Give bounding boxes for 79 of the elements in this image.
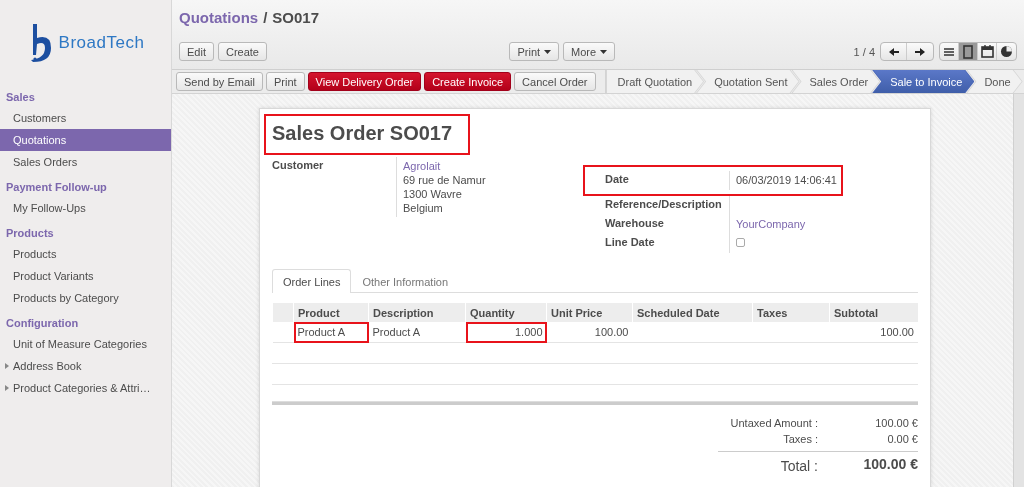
customer-link[interactable]: Agrolait [403, 160, 441, 172]
table-cell: 100.00 [829, 322, 918, 343]
breadcrumb-current: SO017 [272, 9, 320, 28]
view-switch-button[interactable] [978, 43, 997, 60]
action-button[interactable]: Send by Email [176, 72, 263, 91]
tab[interactable]: Order Lines [272, 269, 352, 293]
calendar-icon [980, 45, 994, 58]
table-cell: Product A [368, 322, 466, 343]
total-value: 100.00 € [862, 456, 918, 474]
field-label: Customer [272, 158, 325, 173]
sidebar-item[interactable]: Customers [0, 107, 171, 129]
action-button[interactable]: Cancel Order [514, 72, 596, 91]
status-stage[interactable]: Draft Quotation [605, 70, 705, 93]
form-icon [962, 44, 974, 59]
sidebar-item[interactable]: Unit of Measure Categories [0, 333, 171, 355]
sidebar-item[interactable]: Product Categories & Attri… [0, 377, 171, 399]
toolbar-button[interactable]: Edit [179, 42, 214, 61]
address-line: Belgium [403, 202, 443, 214]
form-title: Sales Order SO017 [266, 116, 469, 153]
breadcrumb-link[interactable]: Quotations [179, 9, 259, 33]
column-header: Subtotal [829, 303, 918, 322]
column-header: Unit Price [546, 303, 633, 322]
pie-chart-icon [1000, 45, 1013, 58]
address-line: 69 rue de Namur [403, 174, 486, 186]
total-value: 100.00 € [874, 417, 918, 429]
status-stage[interactable]: Sales Order [791, 70, 881, 93]
table-cell: 1.000 [465, 322, 547, 343]
menu-section-title: Payment Follow-up [5, 180, 108, 195]
sidebar-item[interactable]: Products [0, 243, 171, 265]
address-line: 1300 Wavre [403, 188, 462, 200]
sidebar-item[interactable]: Address Book [0, 355, 171, 377]
toolbar-button[interactable]: Create [217, 42, 267, 61]
action-button[interactable]: Print [265, 72, 305, 91]
caret-icon [600, 49, 608, 54]
arrow-right-icon [914, 46, 926, 57]
field-label: Warehouse [605, 216, 665, 231]
sidebar-item[interactable]: Products by Category [0, 287, 171, 309]
caret-icon [544, 49, 552, 54]
column-header: Product [293, 303, 369, 322]
caret-icon [4, 385, 10, 391]
warehouse-link[interactable]: YourCompany [736, 218, 806, 230]
list-icon [943, 45, 955, 58]
menu-section-title: Sales [5, 90, 36, 105]
total-label: Taxes : [782, 433, 819, 445]
dropdown-button[interactable]: More [563, 42, 616, 61]
sidebar-item[interactable]: My Follow-Ups [0, 197, 171, 219]
pager-text: 1 / 4 [853, 45, 875, 58]
status-stage[interactable]: Quotation Sent [696, 70, 800, 93]
total-value: 0.00 € [886, 433, 918, 445]
field-label: Date [605, 172, 630, 187]
menu-section-title: Configuration [5, 316, 80, 331]
column-header: Description [368, 303, 466, 322]
view-switch-button[interactable] [959, 43, 978, 60]
status-stage[interactable]: Sale to Invoice [872, 70, 975, 93]
scrollbar[interactable] [1013, 94, 1024, 487]
total-label: Untaxed Amount : [729, 417, 819, 429]
column-header: Quantity [465, 303, 547, 322]
total-label: Total : [779, 457, 819, 474]
sidebar-item[interactable]: Product Variants [0, 265, 171, 287]
dropdown-button[interactable]: Print [509, 42, 560, 61]
sidebar-item[interactable]: Sales Orders [0, 151, 171, 173]
logo-text: BroadTech [58, 33, 145, 53]
caret-icon [4, 363, 10, 369]
status-stage[interactable]: Done [966, 70, 1023, 93]
tab[interactable]: Other Information [351, 269, 460, 293]
field-value: 06/03/2019 14:06:41 [736, 174, 837, 186]
action-button[interactable]: Create Invoice [424, 72, 512, 91]
action-button[interactable]: View Delivery Order [307, 72, 422, 91]
sidebar-item[interactable]: Quotations [0, 129, 171, 151]
menu-section-title: Products [5, 226, 55, 241]
table-cell: Product A [293, 322, 369, 343]
checkbox[interactable] [736, 238, 745, 247]
column-header: Taxes [752, 303, 830, 322]
field-label: Line Date [605, 235, 656, 250]
table-cell: 100.00 [546, 322, 633, 343]
breadcrumb-separator: / [263, 9, 268, 28]
arrow-left-icon [887, 46, 900, 57]
field-label: Reference/Description [605, 197, 723, 212]
column-header: Scheduled Date [632, 303, 753, 322]
